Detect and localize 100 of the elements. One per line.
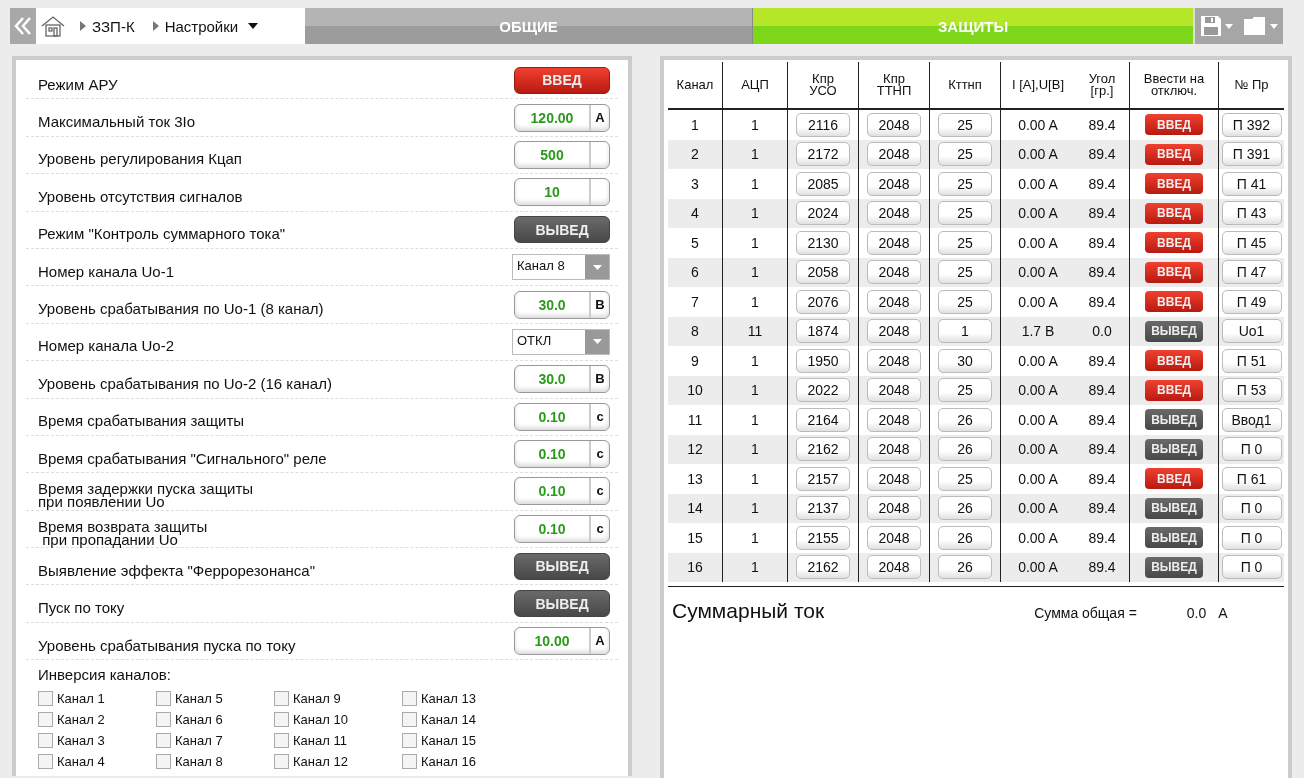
toggle-button[interactable]: ВЫВЕД: [1145, 527, 1203, 549]
channel-checkbox[interactable]: Канал 7: [156, 730, 274, 752]
value-field[interactable]: 2048: [867, 378, 921, 403]
value-field[interactable]: 2024: [796, 201, 850, 226]
value-field[interactable]: П 61: [1221, 466, 1282, 491]
value-field[interactable]: 2162: [796, 437, 850, 462]
value-field[interactable]: 2048: [867, 319, 921, 344]
value-field[interactable]: 26: [938, 407, 992, 432]
value-field[interactable]: 2048: [867, 466, 921, 491]
value-field[interactable]: 2048: [867, 142, 921, 167]
value-field[interactable]: 25: [938, 112, 992, 137]
channel-checkbox[interactable]: Канал 15: [402, 730, 520, 752]
breadcrumb[interactable]: ЗЗП-К: [80, 17, 135, 35]
value-field[interactable]: 2048: [867, 260, 921, 285]
toggle-button[interactable]: ВВЕД: [1145, 143, 1203, 165]
toggle-button[interactable]: ВЫВЕД: [1145, 556, 1203, 578]
value-field[interactable]: П 41: [1221, 171, 1282, 196]
channel-checkbox[interactable]: Канал 2: [38, 709, 156, 731]
value-field[interactable]: 2116: [796, 112, 850, 137]
number-field[interactable]: 0.10 с: [514, 477, 610, 506]
value-field[interactable]: 2162: [796, 555, 850, 580]
value-field[interactable]: 25: [938, 260, 992, 285]
value-field[interactable]: 25: [938, 142, 992, 167]
value-field[interactable]: 30: [938, 348, 992, 373]
channel-checkbox[interactable]: Канал 11: [274, 730, 402, 752]
value-field[interactable]: 2048: [867, 437, 921, 462]
value-field[interactable]: 2048: [867, 171, 921, 196]
value-field[interactable]: Ввод1: [1221, 407, 1282, 432]
value-field[interactable]: 2048: [867, 496, 921, 521]
value-field[interactable]: 25: [938, 201, 992, 226]
value-field[interactable]: П 0: [1221, 525, 1282, 550]
channel-checkbox[interactable]: Канал 9: [274, 688, 402, 710]
value-field[interactable]: 2048: [867, 407, 921, 432]
channel-checkbox[interactable]: Канал 6: [156, 709, 274, 731]
toggle-button[interactable]: ВЫВЕД: [514, 552, 610, 580]
channel-checkbox[interactable]: Канал 5: [156, 688, 274, 710]
dropdown-field[interactable]: Канал 8: [512, 254, 610, 281]
value-field[interactable]: 2048: [867, 230, 921, 255]
toggle-button[interactable]: ВВЕД: [1145, 291, 1203, 313]
toggle-button[interactable]: ВЫВЕД: [1145, 438, 1203, 460]
value-field[interactable]: 25: [938, 378, 992, 403]
toggle-button[interactable]: ВВЕД: [1145, 232, 1203, 254]
value-field[interactable]: 26: [938, 555, 992, 580]
value-field[interactable]: П 0: [1221, 555, 1282, 580]
number-field[interactable]: 500: [514, 140, 610, 169]
value-field[interactable]: 1874: [796, 319, 850, 344]
toggle-button[interactable]: ВВЕД: [1145, 468, 1203, 490]
value-field[interactable]: П 43: [1221, 201, 1282, 226]
value-field[interactable]: 1950: [796, 348, 850, 373]
value-field[interactable]: 2058: [796, 260, 850, 285]
toggle-button[interactable]: ВЫВЕД: [514, 590, 610, 618]
value-field[interactable]: 2048: [867, 201, 921, 226]
value-field[interactable]: 2085: [796, 171, 850, 196]
value-field[interactable]: П 47: [1221, 260, 1282, 285]
value-field[interactable]: П 0: [1221, 437, 1282, 462]
number-field[interactable]: 10.00 А: [514, 627, 610, 656]
channel-checkbox[interactable]: Канал 4: [38, 751, 156, 773]
number-field[interactable]: 120.00 А: [514, 103, 610, 132]
toggle-button[interactable]: ВВЕД: [1145, 261, 1203, 283]
value-field[interactable]: 2048: [867, 348, 921, 373]
number-field[interactable]: 0.10 с: [514, 514, 610, 543]
toggle-button[interactable]: ВЫВЕД: [1145, 320, 1203, 342]
channel-checkbox[interactable]: Канал 1: [38, 688, 156, 710]
value-field[interactable]: 25: [938, 230, 992, 255]
value-field[interactable]: 2137: [796, 496, 850, 521]
back-button[interactable]: [10, 8, 36, 44]
number-field[interactable]: 0.10 с: [514, 440, 610, 469]
toggle-button[interactable]: ВВЕД: [1145, 114, 1203, 136]
channel-checkbox[interactable]: Канал 13: [402, 688, 520, 710]
value-field[interactable]: 2048: [867, 112, 921, 137]
toggle-button[interactable]: ВВЕД: [1145, 173, 1203, 195]
number-field[interactable]: 30.0 В: [514, 365, 610, 394]
home-icon[interactable]: [40, 14, 66, 38]
value-field[interactable]: 2157: [796, 466, 850, 491]
value-field[interactable]: П 391: [1221, 142, 1282, 167]
value-field[interactable]: 1: [938, 319, 992, 344]
channel-checkbox[interactable]: Канал 16: [402, 751, 520, 773]
toggle-button[interactable]: ВВЕД: [1145, 202, 1203, 224]
channel-checkbox[interactable]: Канал 12: [274, 751, 402, 773]
value-field[interactable]: 26: [938, 437, 992, 462]
value-field[interactable]: 25: [938, 289, 992, 314]
value-field[interactable]: 2022: [796, 378, 850, 403]
value-field[interactable]: Uo1: [1221, 319, 1282, 344]
channel-checkbox[interactable]: Канал 8: [156, 751, 274, 773]
toggle-button[interactable]: ВЫВЕД: [1145, 497, 1203, 519]
value-field[interactable]: 2130: [796, 230, 850, 255]
value-field[interactable]: 25: [938, 466, 992, 491]
toggle-button[interactable]: ВЫВЕД: [1145, 409, 1203, 431]
value-field[interactable]: 26: [938, 525, 992, 550]
value-field[interactable]: 2048: [867, 525, 921, 550]
value-field[interactable]: 2048: [867, 289, 921, 314]
channel-checkbox[interactable]: Канал 10: [274, 709, 402, 731]
value-field[interactable]: П 45: [1221, 230, 1282, 255]
value-field[interactable]: 2155: [796, 525, 850, 550]
number-field[interactable]: 10: [514, 178, 610, 207]
toggle-button[interactable]: ВВЕД: [1145, 379, 1203, 401]
channel-checkbox[interactable]: Канал 3: [38, 730, 156, 752]
value-field[interactable]: 2164: [796, 407, 850, 432]
value-field[interactable]: П 392: [1221, 112, 1282, 137]
number-field[interactable]: 30.0 В: [514, 290, 610, 319]
